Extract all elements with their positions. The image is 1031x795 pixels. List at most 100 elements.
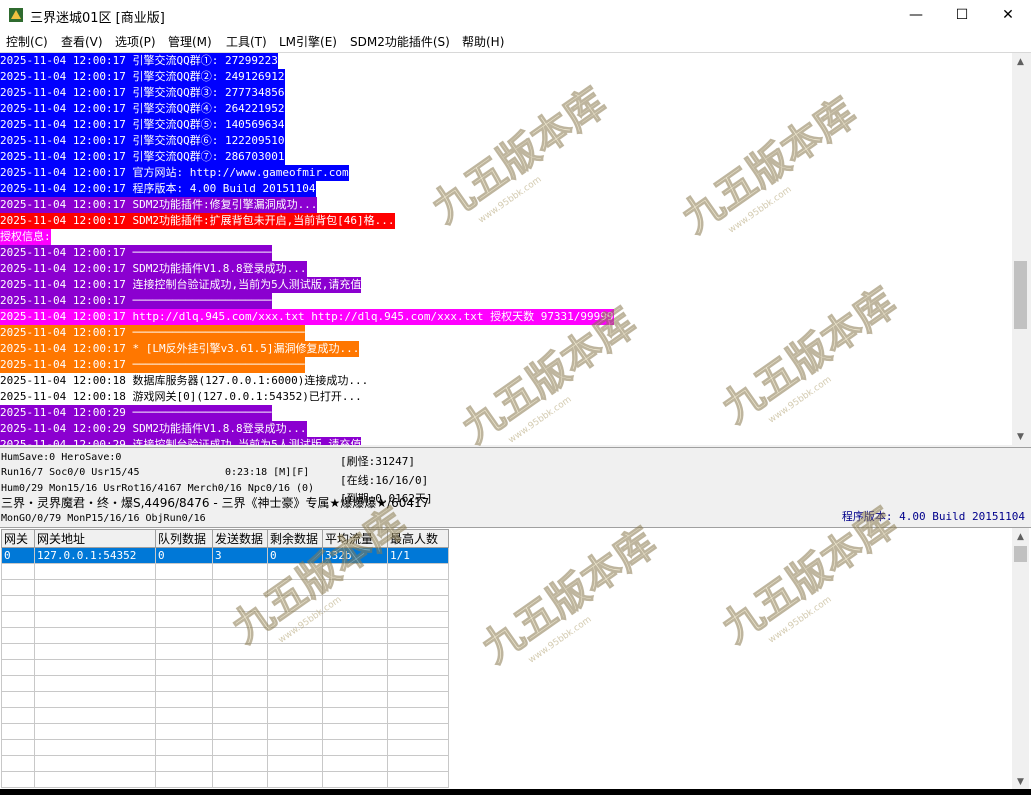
col-max-users[interactable]: 最高人数 (387, 529, 449, 548)
log-line: 2025-11-04 12:00:17 引擎交流QQ群④: 264221952 (0, 101, 285, 117)
log-line: 2025-11-04 12:00:17 ────────────────────… (0, 325, 305, 341)
table-cell: 0 (267, 547, 323, 564)
scroll-down-icon[interactable]: ▼ (1012, 773, 1029, 790)
log-line: 2025-11-04 12:00:29 连接控制台验证成功,当前为5人测试版,请… (0, 437, 362, 445)
table-cell (267, 595, 323, 612)
minimize-button[interactable]: — (893, 0, 939, 30)
table-cell (267, 659, 323, 676)
table-cell (155, 755, 213, 772)
table-cell (322, 579, 388, 596)
table-cell (387, 643, 449, 660)
menu-bar: 控制(C) 查看(V) 选项(P) 管理(M) 工具(T) LM引擎(E) SD… (0, 30, 1031, 53)
version-label: 程序版本: 4.00 Build 20151104 (841, 510, 1025, 523)
table-cell (322, 723, 388, 740)
table-cell (212, 563, 268, 580)
table-cell (1, 691, 35, 708)
title-bar: 三界迷城01区 [商业版] — ☐ ✕ (0, 0, 1031, 30)
log-line: 2025-11-04 12:00:18 数据库服务器(127.0.0.1:600… (0, 374, 369, 387)
table-row-empty (1, 691, 449, 708)
menu-lm-engine[interactable]: LM引擎(E) (279, 33, 337, 50)
table-cell (212, 595, 268, 612)
log-line: 2025-11-04 12:00:17 引擎交流QQ群⑥: 122209510 (0, 133, 285, 149)
log-line: 2025-11-04 12:00:17 引擎交流QQ群③: 277734856 (0, 85, 285, 101)
table-row-empty (1, 739, 449, 756)
table-cell (322, 643, 388, 660)
scroll-down-icon[interactable]: ▼ (1012, 428, 1029, 445)
table-cell (34, 579, 156, 596)
gateway-table[interactable]: 网关 网关地址 队列数据 发送数据 剩余数据 平均流量 最高人数 0 127.0.… (1, 529, 449, 788)
table-cell (212, 659, 268, 676)
log-line: 2025-11-04 12:00:17 连接控制台验证成功,当前为5人测试版,请… (0, 277, 362, 293)
menu-tools[interactable]: 工具(T) (226, 33, 267, 50)
log-line: 2025-11-04 12:00:17 ────────────────────… (0, 293, 272, 309)
table-cell (155, 595, 213, 612)
menu-help[interactable]: 帮助(H) (462, 33, 504, 50)
log-line: 2025-11-04 12:00:29 SDM2功能插件V1.8.8登录成功..… (0, 421, 307, 437)
table-cell (1, 611, 35, 628)
log-line: 授权信息: (0, 229, 51, 245)
col-address[interactable]: 网关地址 (34, 529, 156, 548)
grid-scrollbar[interactable]: ▲ ▼ (1012, 528, 1029, 790)
table-cell (212, 707, 268, 724)
table-row-empty (1, 675, 449, 692)
table-cell (212, 643, 268, 660)
log-line: 2025-11-04 12:00:17 ────────────────────… (0, 357, 305, 373)
log-output[interactable]: 2025-11-04 12:00:17 引擎交流QQ群①: 27299223 20… (0, 53, 1012, 445)
table-cell: 3 (212, 547, 268, 564)
menu-view[interactable]: 查看(V) (61, 33, 103, 50)
log-line: 2025-11-04 12:00:17 * [LM反外挂引擎v3.61.5]漏洞… (0, 341, 360, 357)
table-cell: 127.0.0.1:54352 (34, 547, 156, 564)
table-cell (322, 627, 388, 644)
col-gateway[interactable]: 网关 (1, 529, 35, 548)
scroll-up-icon[interactable]: ▲ (1012, 528, 1029, 545)
menu-manage[interactable]: 管理(M) (168, 33, 212, 50)
table-cell (322, 755, 388, 772)
table-cell (34, 627, 156, 644)
col-avg-traffic[interactable]: 平均流量 (322, 529, 388, 548)
scroll-thumb[interactable] (1014, 261, 1027, 329)
menu-control[interactable]: 控制(C) (6, 33, 48, 50)
table-cell: 0 (155, 547, 213, 564)
scroll-thumb[interactable] (1014, 546, 1027, 562)
table-cell (212, 579, 268, 596)
table-cell (267, 563, 323, 580)
maximize-button[interactable]: ☐ (939, 0, 985, 30)
table-cell (322, 659, 388, 676)
table-cell (267, 579, 323, 596)
table-cell (212, 739, 268, 756)
table-cell (155, 579, 213, 596)
table-cell (267, 675, 323, 692)
table-cell (155, 643, 213, 660)
table-cell (155, 611, 213, 628)
table-cell (387, 691, 449, 708)
table-cell (387, 579, 449, 596)
table-cell (34, 563, 156, 580)
table-cell (387, 659, 449, 676)
menu-sdm2-plugin[interactable]: SDM2功能插件(S) (350, 33, 450, 50)
table-cell (34, 739, 156, 756)
table-row-empty (1, 707, 449, 724)
close-button[interactable]: ✕ (985, 0, 1031, 30)
table-cell (212, 611, 268, 628)
status-monsters: MonGO/0/79 MonP15/16/16 ObjRun0/16 (1, 513, 206, 524)
log-scrollbar[interactable]: ▲ ▼ (1012, 53, 1029, 445)
table-cell (34, 643, 156, 660)
table-cell (1, 563, 35, 580)
log-line: 2025-11-04 12:00:29 ────────────────────… (0, 405, 272, 421)
table-cell (34, 611, 156, 628)
col-queue[interactable]: 队列数据 (155, 529, 213, 548)
scroll-up-icon[interactable]: ▲ (1012, 53, 1029, 70)
menu-options[interactable]: 选项(P) (115, 33, 156, 50)
table-row[interactable]: 0 127.0.0.1:54352 0 3 0 332b 1/1 (1, 547, 449, 564)
table-cell: 332b (322, 547, 388, 564)
col-remaining[interactable]: 剩余数据 (267, 529, 323, 548)
table-row-empty (1, 563, 449, 580)
col-sent[interactable]: 发送数据 (212, 529, 268, 548)
table-cell (387, 707, 449, 724)
app-icon (9, 8, 23, 22)
status-panel: HumSave:0 HeroSave:0 Run16/7 Soc0/0 Usr1… (0, 447, 1031, 527)
status-expire: [到期:0.0162天] (340, 492, 433, 505)
table-cell (155, 771, 213, 788)
table-cell (155, 691, 213, 708)
table-cell (387, 771, 449, 788)
